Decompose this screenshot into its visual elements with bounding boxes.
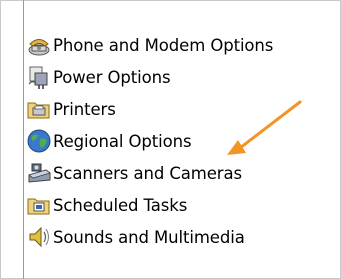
list-item-power-options[interactable]: Power Options xyxy=(26,63,171,91)
list-item-scanners-and-cameras[interactable]: Scanners and Cameras xyxy=(26,159,242,187)
speaker-icon xyxy=(26,224,52,250)
list-item-label: Power Options xyxy=(53,67,171,87)
list-item-label: Printers xyxy=(53,99,116,119)
list-item-label: Phone and Modem Options xyxy=(53,35,274,55)
list-item-phone-and-modem-options[interactable]: Phone and Modem Options xyxy=(26,31,273,59)
scanner-camera-icon xyxy=(26,160,52,186)
list-item-label: Sounds and Multimedia xyxy=(53,227,245,247)
globe-icon xyxy=(26,128,52,154)
left-divider-line xyxy=(23,0,24,279)
phone-icon xyxy=(26,32,52,58)
list-item-scheduled-tasks[interactable]: Scheduled Tasks xyxy=(26,191,187,219)
list-item-sounds-and-multimedia[interactable]: Sounds and Multimedia xyxy=(26,223,245,251)
list-item-label: Scanners and Cameras xyxy=(53,163,242,183)
list-item-label: Scheduled Tasks xyxy=(53,195,188,215)
list-item-label: Regional Options xyxy=(53,131,192,151)
printer-folder-icon xyxy=(26,96,52,122)
scheduled-tasks-folder-icon xyxy=(26,192,52,218)
list-item-printers[interactable]: Printers xyxy=(26,95,116,123)
power-plug-icon xyxy=(26,64,52,90)
list-item-regional-options[interactable]: Regional Options xyxy=(26,127,192,155)
